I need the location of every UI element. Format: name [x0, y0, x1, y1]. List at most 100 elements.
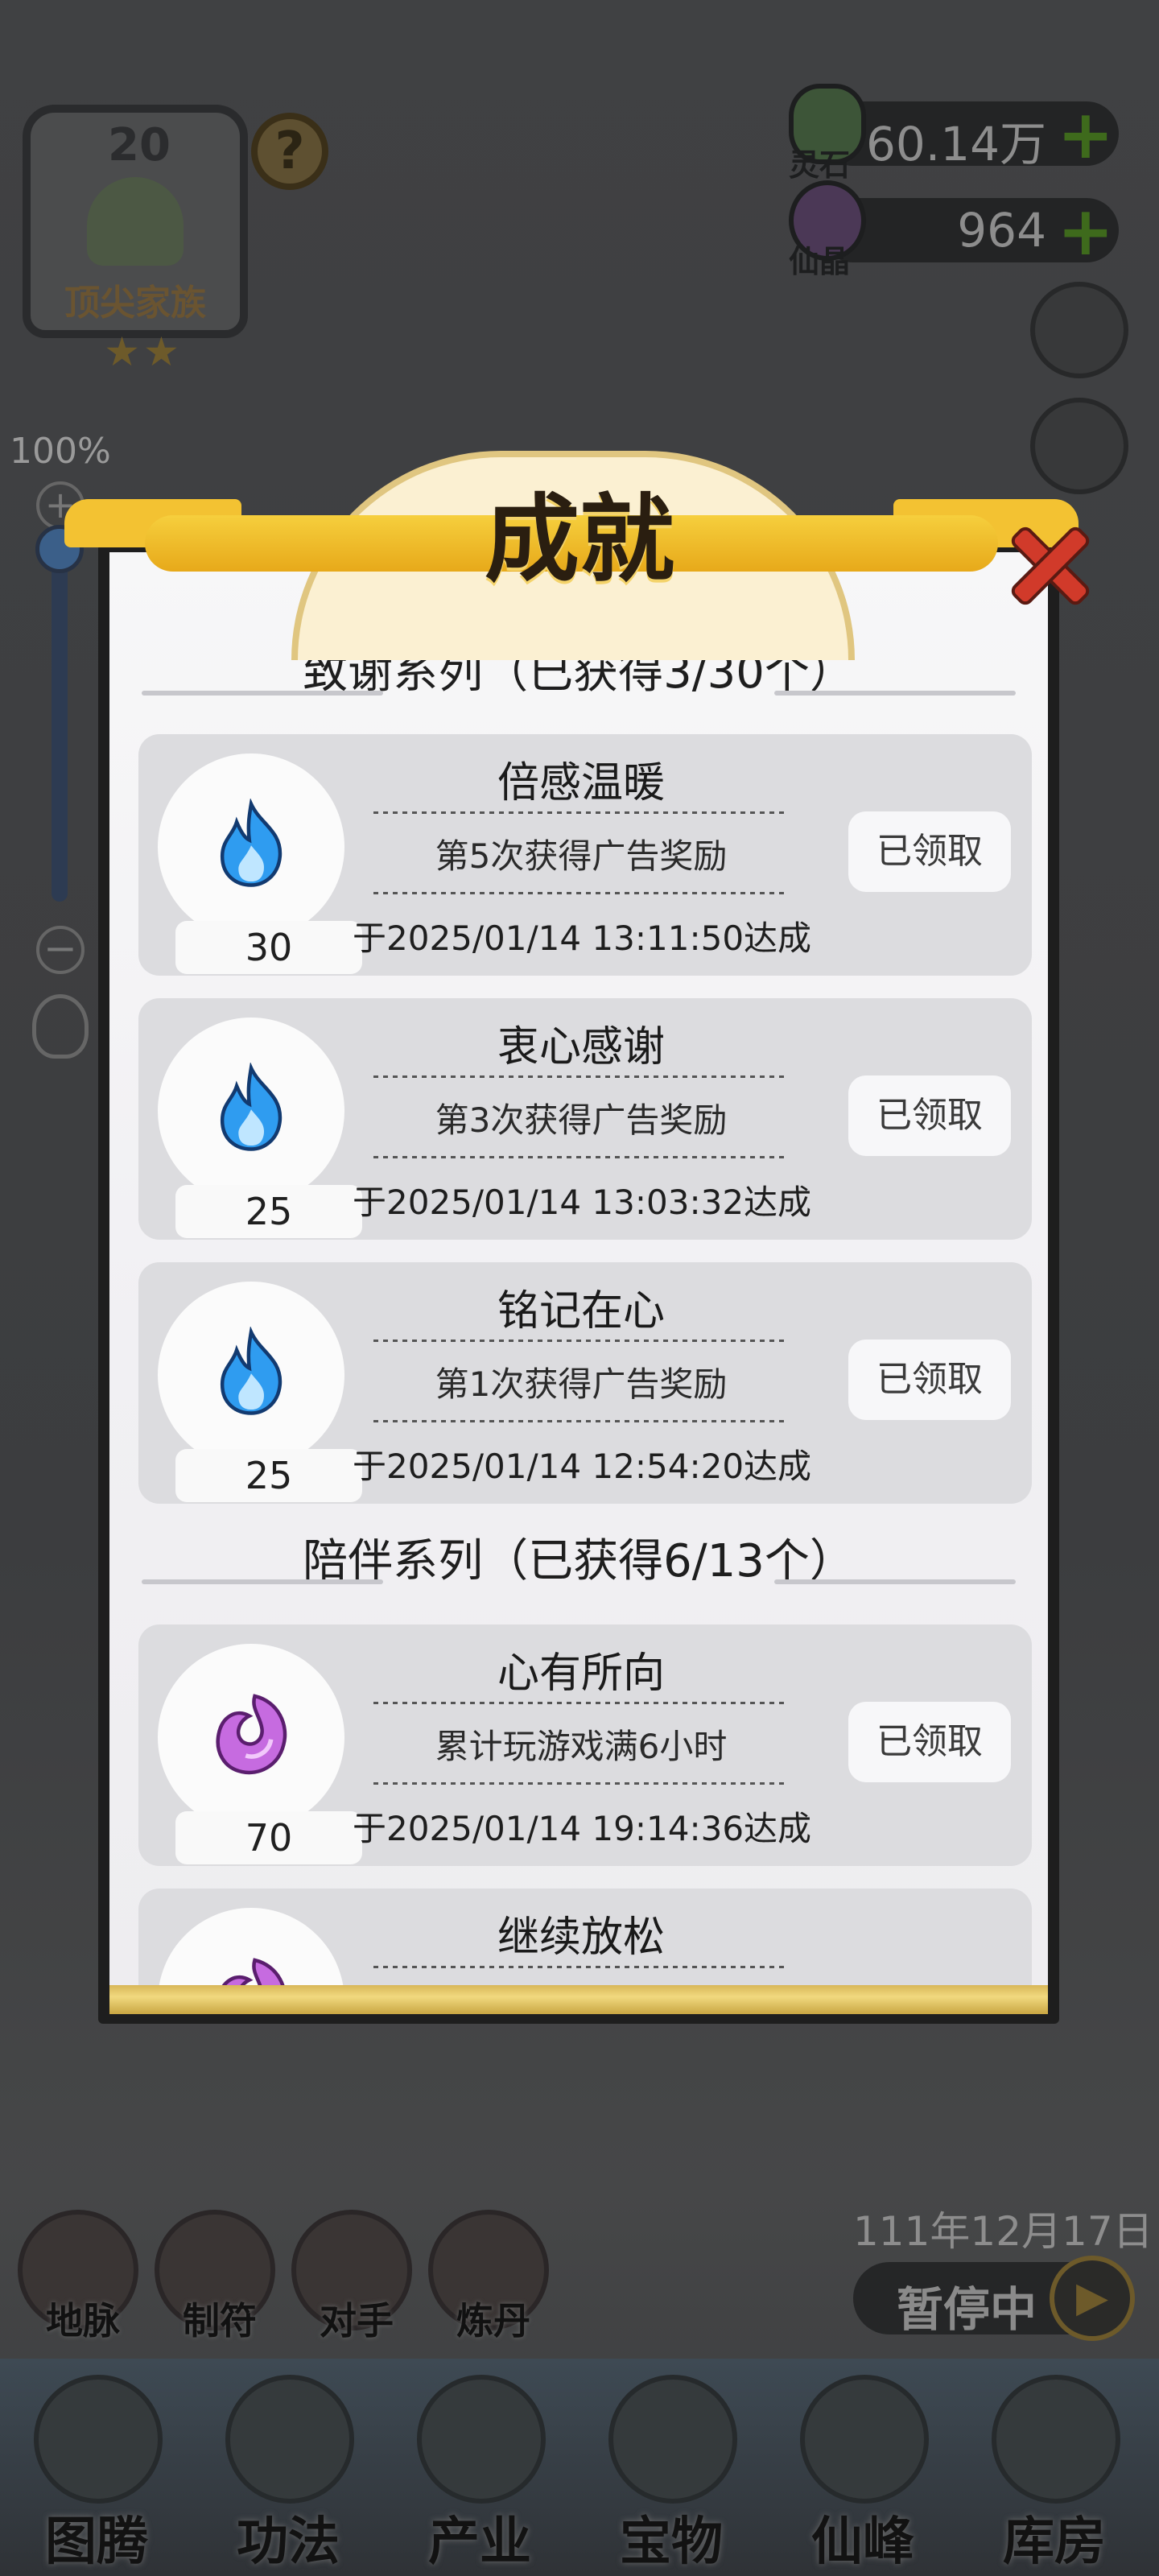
clan-title: 顶尖家族 [64, 283, 206, 324]
divider [373, 1966, 789, 1968]
pause-button[interactable]: 暂停中 ▶ [853, 2256, 1135, 2341]
achievement-card: 25 衷心感谢 第3次获得广告奖励 于2025/01/14 13:03:32达成… [138, 998, 1032, 1240]
nav-tab-label: 仙峰 [811, 2512, 914, 2572]
quick-button-alchemy[interactable]: 炼丹 [428, 2210, 549, 2343]
zoom-percent: 100% [10, 431, 111, 472]
nav-tab-peak[interactable]: 仙峰 [768, 2367, 958, 2576]
play-icon[interactable]: ▶ [1050, 2256, 1135, 2341]
reward-disc: 25 [158, 1018, 362, 1238]
achievement-date: 于2025/01/14 13:11:50达成 [353, 919, 812, 958]
nav-tab-label: 功法 [237, 2512, 340, 2572]
purple-crystal-icon [221, 1958, 285, 1985]
blue-flame-icon [220, 1327, 283, 1415]
quick-button-label: 制符 [183, 2299, 257, 2343]
quick-button-label: 地脉 [46, 2299, 120, 2343]
divider [373, 1782, 789, 1785]
totem-icon [34, 2375, 163, 2504]
clan-level: 20 [108, 119, 171, 171]
reward-count: 30 [175, 921, 362, 974]
locate-icon[interactable] [32, 994, 89, 1059]
nav-tab-totem[interactable]: 图腾 [2, 2367, 192, 2576]
clan-badge: 20 顶尖家族 ★★ [23, 105, 248, 375]
nav-tab-skills[interactable]: 功法 [193, 2367, 383, 2576]
zoom-out-button[interactable]: − [36, 926, 85, 974]
claimed-button[interactable]: 已领取 [848, 1702, 1011, 1782]
claimed-button[interactable]: 已领取 [848, 1340, 1011, 1420]
game-date: 111年12月17日 [853, 2208, 1153, 2255]
divider [774, 691, 1016, 696]
achievement-name: 继续放松 [497, 1913, 665, 1962]
nav-tab-treasure[interactable]: 宝物 [576, 2367, 766, 2576]
peak-icon [800, 2375, 929, 2504]
industry-icon [417, 2375, 546, 2504]
achievement-description: 第5次获得广告奖励 [435, 836, 728, 876]
achievement-name: 铭记在心 [497, 1287, 665, 1335]
blue-flame-icon [220, 1063, 283, 1151]
reward-count: 70 [175, 1811, 362, 1864]
skills-icon [225, 2375, 354, 2504]
help-icon[interactable]: ? [251, 113, 328, 190]
achievement-description: 累计玩游戏满6小时 [435, 1727, 728, 1766]
achievement-date: 于2025/01/14 12:54:20达成 [353, 1447, 812, 1486]
quick-button-label: 炼丹 [456, 2299, 530, 2343]
immortal-crystal-label: 仙晶 [789, 244, 851, 279]
nav-tab-label: 库房 [1003, 2512, 1106, 2572]
divider [373, 1420, 789, 1422]
dialog-footer [109, 1985, 1048, 2014]
immortal-crystal-value: 964 [957, 203, 1046, 258]
spirit-stone-bar: 灵石 60.14万 + [789, 84, 1119, 183]
add-spirit-stone-button[interactable]: + [1058, 95, 1114, 174]
claimed-button[interactable]: 已领取 [848, 811, 1011, 892]
divider [142, 691, 383, 696]
divider [373, 1702, 789, 1704]
reward-disc: 25 [158, 1282, 362, 1502]
reward-disc [158, 1908, 344, 1985]
nav-tab-storehouse[interactable]: 库房 [959, 2367, 1149, 2576]
map-icon[interactable] [1030, 398, 1128, 494]
achievement-name: 倍感温暖 [497, 759, 665, 807]
dialog-title: 成就 [484, 484, 674, 595]
nav-tab-label: 图腾 [45, 2512, 148, 2572]
achievement-description: 第3次获得广告奖励 [435, 1100, 728, 1140]
achievement-list[interactable]: 致谢系列（已获得3/30个） 30 倍感温暖 第5次获得广告奖励 于2025/0… [109, 552, 1048, 1985]
achievement-description: 第1次获得广告奖励 [435, 1364, 728, 1404]
nav-tab-label: 宝物 [620, 2512, 723, 2572]
divider [373, 892, 789, 894]
treasure-icon [608, 2375, 737, 2504]
achievement-card: 30 倍感温暖 第5次获得广告奖励 于2025/01/14 13:11:50达成… [138, 734, 1032, 976]
achievement-date: 于2025/01/14 13:03:32达成 [353, 1183, 812, 1222]
achievement-dialog: 致谢系列（已获得3/30个） 30 倍感温暖 第5次获得广告奖励 于2025/0… [98, 544, 1059, 2024]
immortal-crystal-bar: 仙晶 964 + [789, 180, 1119, 279]
claimed-button[interactable]: 已领取 [848, 1075, 1011, 1156]
quick-button-earth-vein[interactable]: 地脉 [18, 2210, 138, 2343]
purple-crystal-icon [216, 1694, 287, 1775]
add-immortal-crystal-button[interactable]: + [1058, 192, 1114, 270]
nav-tab-industry[interactable]: 产业 [385, 2367, 575, 2576]
divider [373, 1340, 789, 1342]
achievement-name: 心有所向 [497, 1649, 665, 1698]
divider [142, 1579, 383, 1584]
blue-flame-icon [220, 799, 283, 887]
divider [373, 1156, 789, 1158]
reward-disc: 30 [158, 753, 362, 974]
reward-count: 25 [175, 1449, 362, 1502]
yin-yang-icon[interactable] [1030, 282, 1128, 378]
storehouse-icon [992, 2375, 1120, 2504]
spirit-stone-value: 60.14万 [865, 117, 1046, 171]
achievement-card: 25 铭记在心 第1次获得广告奖励 于2025/01/14 12:54:20达成… [138, 1262, 1032, 1504]
nav-tab-label: 产业 [428, 2512, 531, 2572]
reward-count: 25 [175, 1185, 362, 1238]
achievement-name: 衷心感谢 [497, 1023, 665, 1071]
quick-button-label: 对手 [320, 2299, 394, 2343]
achievement-card: 继续放松 [138, 1889, 1032, 1985]
divider [373, 811, 789, 814]
spirit-stone-label: 灵石 [789, 147, 851, 183]
quick-button-rival[interactable]: 对手 [291, 2210, 412, 2343]
achievement-card: 70 心有所向 累计玩游戏满6小时 于2025/01/14 19:14:36达成… [138, 1624, 1032, 1866]
quick-button-talisman[interactable]: 制符 [155, 2210, 275, 2343]
zoom-slider-track[interactable] [52, 547, 68, 902]
reward-disc: 70 [158, 1644, 362, 1864]
close-button[interactable] [995, 512, 1099, 617]
achievement-date: 于2025/01/14 19:14:36达成 [353, 1809, 812, 1848]
clan-tree-icon [87, 177, 184, 266]
